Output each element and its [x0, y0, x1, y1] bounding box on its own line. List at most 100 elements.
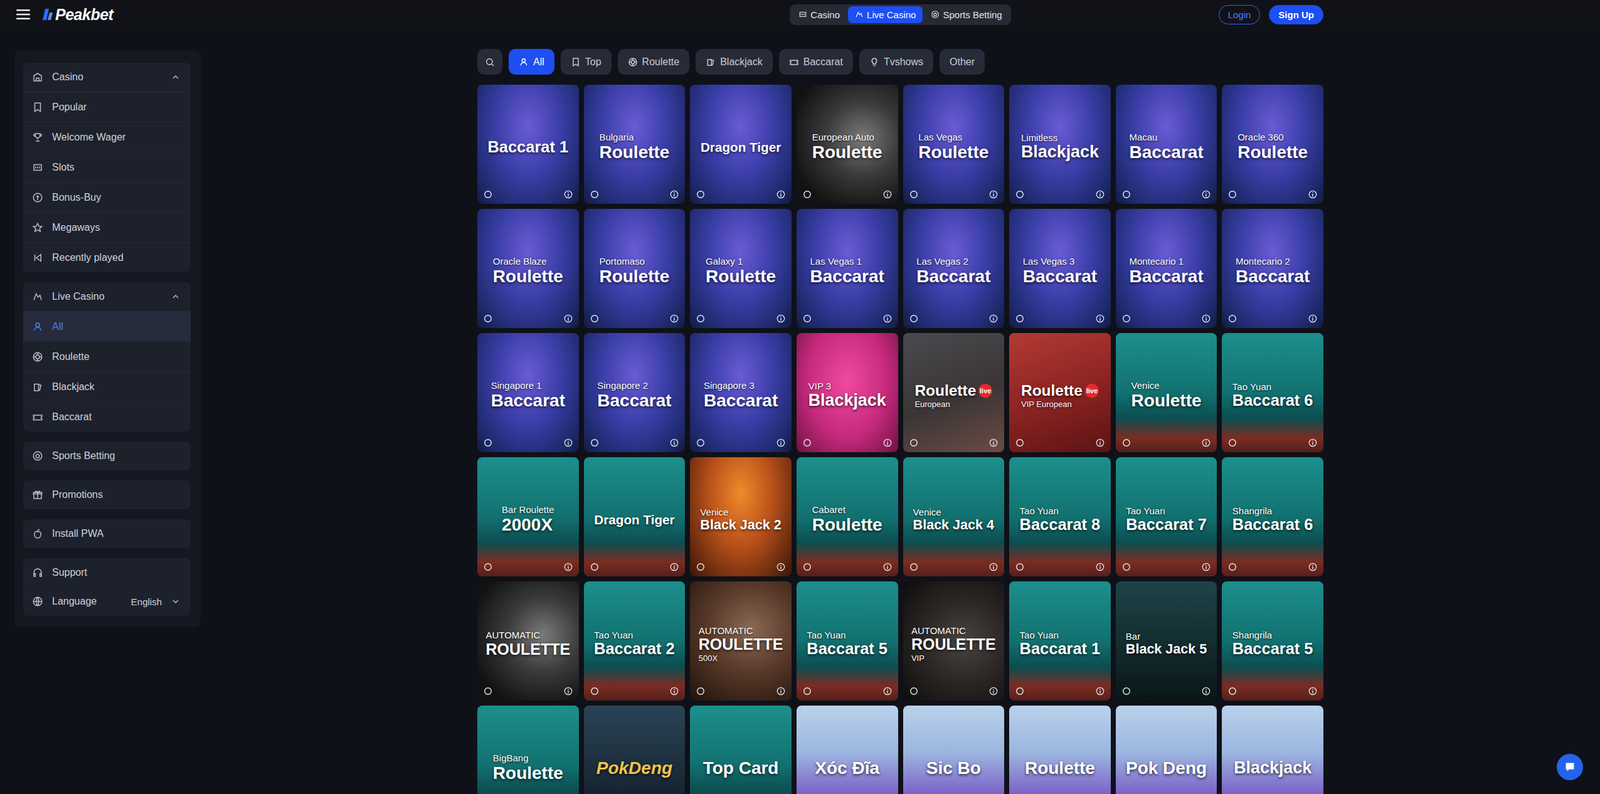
info-icon[interactable]: [669, 686, 679, 696]
game-tile[interactable]: BulgariaRoulette: [583, 84, 686, 204]
info-icon[interactable]: [1201, 686, 1211, 696]
chat-button[interactable]: [1556, 753, 1584, 781]
signup-button[interactable]: Sign Up: [1268, 5, 1324, 25]
game-tile[interactable]: Tao YuanBaccarat 1: [1009, 581, 1111, 701]
sidebar-item[interactable]: Slots: [23, 151, 191, 182]
game-tile[interactable]: European AutoRoulette: [796, 84, 899, 204]
info-icon[interactable]: [989, 686, 998, 696]
game-tile[interactable]: LimitlessBlackjack: [1009, 84, 1111, 204]
search-button[interactable]: [477, 48, 503, 75]
game-tile[interactable]: Tao YuanBaccarat 7: [1115, 457, 1218, 577]
game-tile[interactable]: VIP 3Blackjack: [796, 333, 899, 453]
info-icon[interactable]: [563, 438, 573, 448]
info-icon[interactable]: [883, 314, 892, 324]
game-tile[interactable]: Oracle 360Roulette: [1221, 84, 1324, 204]
game-tile[interactable]: BarBlack Jack 5: [1115, 581, 1218, 701]
game-tile[interactable]: Dragon Tiger: [583, 457, 686, 577]
sidebar-item[interactable]: Popular: [23, 91, 191, 122]
info-icon[interactable]: [1095, 438, 1105, 448]
info-icon[interactable]: [1308, 686, 1318, 696]
language-select[interactable]: LanguageEnglish: [23, 587, 191, 616]
info-icon[interactable]: [883, 438, 892, 448]
sidebar-link[interactable]: Sports Betting: [23, 441, 191, 471]
info-icon[interactable]: [669, 314, 679, 324]
info-icon[interactable]: [669, 562, 679, 572]
game-tile[interactable]: Las Vegas 1Baccarat: [796, 208, 899, 329]
sidebar-group-header[interactable]: Casino: [23, 62, 191, 92]
info-icon[interactable]: [563, 190, 573, 199]
sidebar-item[interactable]: Recently played: [23, 242, 191, 273]
game-tile[interactable]: Sic Bo: [903, 705, 1005, 794]
info-icon[interactable]: [1201, 190, 1211, 199]
info-icon[interactable]: [1201, 562, 1211, 572]
login-button[interactable]: Login: [1218, 5, 1261, 25]
sidebar-item[interactable]: Blackjack: [23, 371, 191, 402]
filter-chip[interactable]: Blackjack: [695, 48, 773, 75]
section-tab[interactable]: Live Casino: [847, 6, 923, 24]
game-tile[interactable]: Tao YuanBaccarat 2: [583, 581, 686, 701]
game-tile[interactable]: Singapore 2Baccarat: [583, 333, 686, 453]
game-tile[interactable]: Oracle BlazeRoulette: [477, 208, 579, 329]
game-tile[interactable]: Las Vegas 2Baccarat: [903, 208, 1005, 329]
info-icon[interactable]: [1308, 314, 1318, 324]
sidebar-item[interactable]: Baccarat: [23, 401, 191, 432]
game-tile[interactable]: Blackjack: [1221, 705, 1324, 794]
info-icon[interactable]: [1095, 190, 1105, 199]
filter-chip[interactable]: Other: [939, 48, 985, 75]
filter-chip[interactable]: All: [508, 48, 555, 75]
info-icon[interactable]: [989, 314, 998, 324]
game-tile[interactable]: Roulette: [1009, 705, 1111, 794]
info-icon[interactable]: [1201, 438, 1211, 448]
game-tile[interactable]: Xóc Đĩa: [796, 705, 899, 794]
game-tile[interactable]: RouletteliveEuropean: [903, 333, 1005, 453]
support-link[interactable]: Support: [23, 558, 191, 588]
sidebar-item[interactable]: Roulette: [23, 341, 191, 372]
game-tile[interactable]: CabaretRoulette: [796, 457, 899, 577]
game-tile[interactable]: Pok Deng: [1115, 705, 1218, 794]
game-tile[interactable]: VeniceBlack Jack 2: [689, 457, 792, 577]
game-tile[interactable]: VeniceBlack Jack 4: [903, 457, 1005, 577]
game-tile[interactable]: BigBangRoulette: [477, 705, 579, 794]
info-icon[interactable]: [989, 438, 998, 448]
game-tile[interactable]: PortomasoRoulette: [583, 208, 686, 329]
info-icon[interactable]: [1308, 562, 1318, 572]
game-tile[interactable]: AUTOMATICROULETTE500X: [689, 581, 792, 701]
sidebar-group-header[interactable]: Live Casino: [23, 282, 191, 312]
filter-chip[interactable]: Baccarat: [778, 48, 853, 75]
filter-chip[interactable]: Top: [560, 48, 612, 75]
sidebar-item[interactable]: Bonus-Buy: [23, 181, 191, 212]
game-tile[interactable]: Baccarat 1: [477, 84, 579, 204]
info-icon[interactable]: [776, 314, 786, 324]
info-icon[interactable]: [563, 314, 573, 324]
sidebar-link[interactable]: Promotions: [23, 480, 191, 510]
game-tile[interactable]: Tao YuanBaccarat 8: [1009, 457, 1111, 577]
info-icon[interactable]: [1095, 686, 1105, 696]
logo[interactable]: Peakbet: [41, 5, 113, 24]
info-icon[interactable]: [669, 438, 679, 448]
game-tile[interactable]: Tao YuanBaccarat 5: [796, 581, 899, 701]
info-icon[interactable]: [989, 562, 998, 572]
game-tile[interactable]: Bar Roulette2000X: [477, 457, 579, 577]
sidebar-item[interactable]: Megaways: [23, 211, 191, 243]
info-icon[interactable]: [776, 190, 786, 199]
info-icon[interactable]: [776, 438, 786, 448]
game-tile[interactable]: Top Card: [689, 705, 792, 794]
info-icon[interactable]: [1201, 314, 1211, 324]
info-icon[interactable]: [669, 190, 679, 199]
info-icon[interactable]: [883, 190, 892, 199]
game-tile[interactable]: Dragon Tiger: [689, 84, 792, 204]
game-tile[interactable]: Tao YuanBaccarat 6: [1221, 333, 1324, 453]
section-tab[interactable]: Sports Betting: [923, 6, 1009, 24]
sidebar-item[interactable]: All: [23, 311, 191, 342]
sidebar-item[interactable]: Welcome Wager: [23, 121, 191, 152]
sidebar-link[interactable]: Install PWA: [23, 519, 191, 549]
info-icon[interactable]: [883, 686, 892, 696]
game-tile[interactable]: ShangrilaBaccarat 6: [1221, 457, 1324, 577]
info-icon[interactable]: [563, 562, 573, 572]
info-icon[interactable]: [1095, 562, 1105, 572]
game-tile[interactable]: Singapore 1Baccarat: [477, 333, 579, 453]
game-tile[interactable]: RouletteliveVIP European: [1009, 333, 1111, 453]
game-tile[interactable]: Montecario 2Baccarat: [1221, 208, 1324, 329]
info-icon[interactable]: [1095, 314, 1105, 324]
menu-icon[interactable]: [16, 9, 31, 20]
